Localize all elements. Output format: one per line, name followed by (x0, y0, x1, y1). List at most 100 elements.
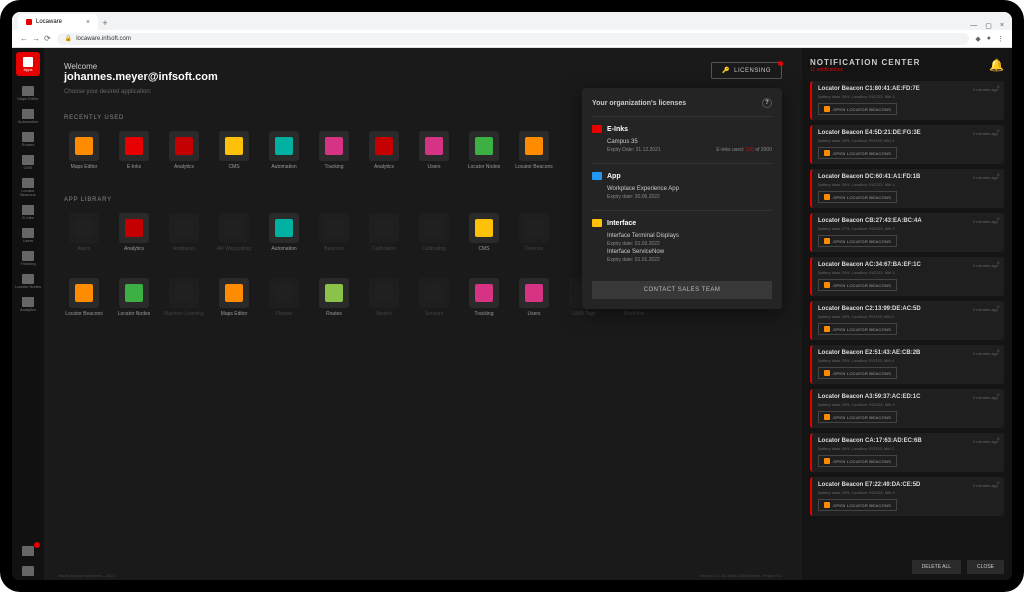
app-tile[interactable]: Search (364, 278, 404, 318)
menu-icon[interactable]: ⋮ (997, 35, 1004, 43)
app-tile[interactable]: Alarm (64, 213, 104, 253)
close-panel-button[interactable]: CLOSE (967, 560, 1004, 574)
app-tile[interactable]: AR Wayguiding (214, 213, 254, 253)
beacon-icon (824, 502, 830, 508)
close-icon[interactable]: × (996, 129, 1000, 135)
sidebar-item[interactable]: Maps Editor (14, 82, 42, 105)
app-tile[interactable]: Analytics (364, 131, 404, 171)
app-tile[interactable]: Automation (264, 131, 304, 171)
open-locator-button[interactable]: OPEN LOCATOR BEACONS (818, 499, 897, 511)
app-tile-label: UWB Tags (572, 312, 596, 318)
browser-tab[interactable]: Locaware × (18, 14, 98, 30)
delete-all-button[interactable]: DELETE ALL (912, 560, 961, 574)
close-icon[interactable]: × (996, 261, 1000, 267)
close-icon[interactable]: × (996, 173, 1000, 179)
key-icon: 🔑 (722, 67, 730, 74)
close-icon[interactable]: × (996, 305, 1000, 311)
open-locator-button[interactable]: OPEN LOCATOR BEACONS (818, 411, 897, 423)
app-tile[interactable]: Locator Nodes (114, 278, 154, 318)
app-tile[interactable]: Machine Learning (164, 278, 204, 318)
minimize-icon[interactable]: — (970, 22, 977, 30)
sidebar-settings[interactable] (14, 562, 42, 580)
forward-icon[interactable]: → (32, 34, 40, 43)
notification-time: 3 minutes ago (973, 395, 998, 400)
new-tab-button[interactable]: + (98, 16, 112, 30)
app-tile-icon-bg (269, 131, 299, 161)
app-tile[interactable]: Users (514, 278, 554, 318)
sidebar-item[interactable]: E-Inks (14, 201, 42, 224)
notification-time: 3 minutes ago (973, 263, 998, 268)
app-tile[interactable]: Analytics (114, 213, 154, 253)
app-tile[interactable]: Routes (314, 278, 354, 318)
sidebar-item[interactable]: Locator Nodes (14, 270, 42, 293)
sidebar-item-icon (22, 228, 34, 238)
app-tile[interactable]: Locator Beacons (514, 131, 554, 171)
notification-name: Locator Beacon E2:51:43:AE:CB:2B (818, 350, 920, 356)
app-glyph-icon (375, 219, 393, 237)
open-locator-button[interactable]: OPEN LOCATOR BEACONS (818, 235, 897, 247)
app-tile-label: Analytics (374, 165, 394, 171)
close-icon[interactable]: × (996, 393, 1000, 399)
browser-tab-strip: Locaware × + — ▢ × (12, 12, 1012, 30)
back-icon[interactable]: ← (20, 34, 28, 43)
app-tile[interactable]: E-Inks (114, 131, 154, 171)
app-tile[interactable]: Tracking (314, 131, 354, 171)
open-locator-button[interactable]: OPEN LOCATOR BEACONS (818, 367, 897, 379)
close-icon[interactable]: × (996, 481, 1000, 487)
app-tile[interactable]: Sensors (414, 278, 454, 318)
app-tile[interactable]: Antibacon (164, 213, 204, 253)
extensions-icon[interactable]: ◆ (975, 35, 980, 43)
sidebar-apps-button[interactable]: Apps (16, 52, 40, 76)
open-locator-button[interactable]: OPEN LOCATOR BEACONS (818, 455, 897, 467)
tab-close-icon[interactable]: × (86, 19, 90, 26)
app-tile[interactable]: CMS (464, 213, 504, 253)
app-tile[interactable]: Planner (264, 278, 304, 318)
address-bar: ← → ⟳ 🔒 locaware.infsoft.com ◆ ● ⋮ (12, 30, 1012, 48)
profile-icon[interactable]: ● (987, 35, 991, 43)
sidebar-item[interactable]: Routes (14, 128, 42, 151)
url-field[interactable]: 🔒 locaware.infsoft.com (57, 33, 970, 45)
app-tile[interactable]: Automation (264, 213, 304, 253)
app-tile-label: Analytics (124, 247, 144, 253)
open-locator-button[interactable]: OPEN LOCATOR BEACONS (818, 103, 897, 115)
app-tile[interactable]: Maps Editor (64, 131, 104, 171)
sidebar-item[interactable]: Tracking (14, 247, 42, 270)
open-locator-button[interactable]: OPEN LOCATOR BEACONS (818, 191, 897, 203)
contact-sales-button[interactable]: CONTACT SALES TEAM (592, 281, 772, 299)
app-tile[interactable]: Users (414, 131, 454, 171)
app-tile[interactable]: Locator Beacons (64, 278, 104, 318)
app-tile[interactable]: Tracking (464, 278, 504, 318)
notification-name: Locator Beacon A3:59:37:AC:ED:1C (818, 394, 920, 400)
sidebar-item[interactable]: Users (14, 224, 42, 247)
app-tile[interactable]: Devices (514, 213, 554, 253)
app-glyph-icon (225, 284, 243, 302)
sidebar-notifications[interactable] (14, 542, 42, 560)
app-tile[interactable]: Calibrating (414, 213, 454, 253)
open-locator-button[interactable]: OPEN LOCATOR BEACONS (818, 323, 897, 335)
app-tile[interactable]: Locator Nodes (464, 131, 504, 171)
notification-card: × Locator Beacon A3:59:37:AC:ED:1C 3 minut… (810, 389, 1004, 428)
close-icon[interactable]: × (996, 349, 1000, 355)
app-tile-icon-bg (419, 213, 449, 243)
close-window-icon[interactable]: × (1000, 22, 1004, 30)
einks-icon (592, 125, 602, 133)
open-locator-button[interactable]: OPEN LOCATOR BEACONS (818, 279, 897, 291)
close-icon[interactable]: × (996, 217, 1000, 223)
sidebar-item[interactable]: Locator Beacons (14, 174, 42, 201)
bell-icon[interactable]: 🔔 (989, 58, 1004, 72)
open-locator-button[interactable]: OPEN LOCATOR BEACONS (818, 147, 897, 159)
close-icon[interactable]: × (996, 437, 1000, 443)
close-icon[interactable]: × (996, 85, 1000, 91)
app-tile[interactable]: Beacons (314, 213, 354, 253)
app-tile[interactable]: Analytics (164, 131, 204, 171)
app-tile[interactable]: CMS (214, 131, 254, 171)
sidebar-item[interactable]: Automation (14, 105, 42, 128)
app-tile[interactable]: Maps Editor (214, 278, 254, 318)
maximize-icon[interactable]: ▢ (985, 22, 992, 30)
app-tile[interactable]: Calibration (364, 213, 404, 253)
sidebar-item[interactable]: Analytics (14, 293, 42, 316)
sidebar-item[interactable]: CMS (14, 151, 42, 174)
licensing-button[interactable]: 🔑 LICENSING (711, 62, 782, 79)
reload-icon[interactable]: ⟳ (44, 34, 51, 43)
help-icon[interactable]: ? (762, 98, 772, 108)
